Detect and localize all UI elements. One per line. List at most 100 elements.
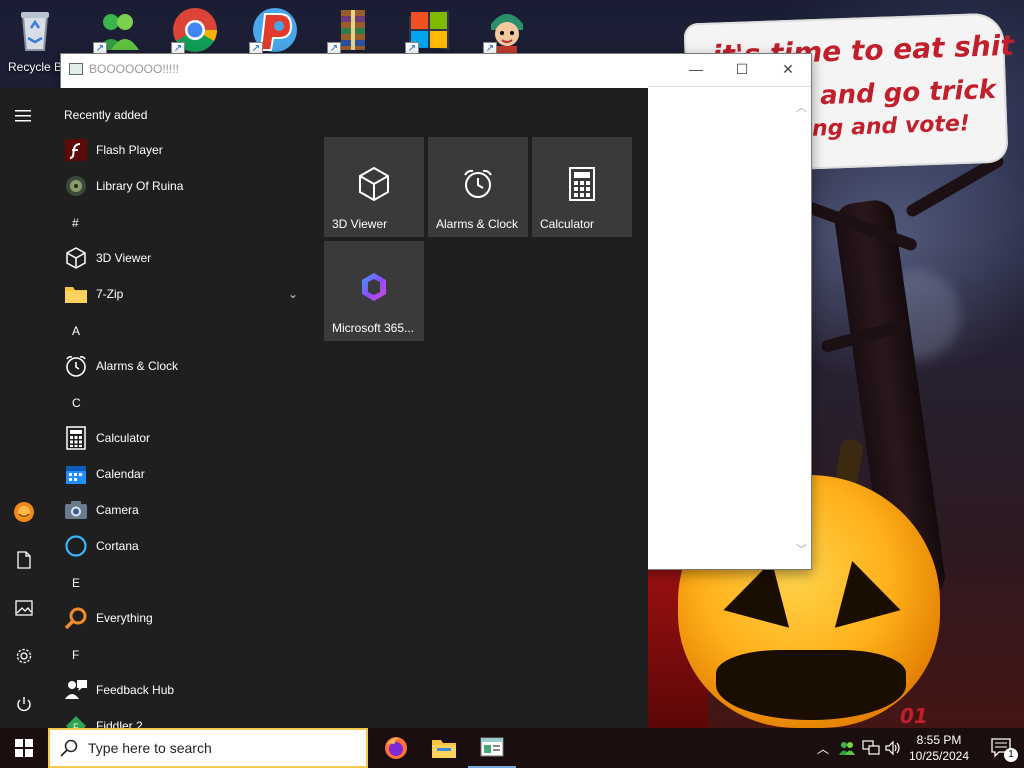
app-item-flash-player[interactable]: Flash Player <box>48 132 312 168</box>
app-item-label: Calculator <box>96 431 151 445</box>
app-window-icon <box>480 737 504 757</box>
close-button[interactable]: ✕ <box>765 54 811 84</box>
alarm-clock-icon <box>64 354 88 378</box>
tile-label: Calculator <box>540 217 595 231</box>
firefox-icon <box>385 737 407 759</box>
people-tray-button[interactable] <box>836 728 858 768</box>
app-item-label: Fiddler 2 <box>96 719 143 728</box>
app-item-3d-viewer[interactable]: 3D Viewer <box>48 240 312 276</box>
app-item-label: Alarms & Clock <box>96 359 179 373</box>
desktop-icon-character[interactable]: ↗ <box>472 4 542 56</box>
tile-alarms-clock[interactable]: Alarms & Clock <box>428 137 528 237</box>
character-icon: ↗ <box>483 6 531 56</box>
clock-date: 10/25/2024 <box>908 749 970 763</box>
windows-logo-icon: ↗ <box>405 6 453 56</box>
desktop-icon-windows[interactable]: ↗ <box>394 4 464 56</box>
calendar-icon <box>64 462 88 486</box>
app-item-feedback-hub[interactable]: Feedback Hub <box>48 672 312 708</box>
app-item-alarms-clock[interactable]: Alarms & Clock <box>48 348 312 384</box>
desktop-icon-chrome[interactable]: ↗ <box>160 4 230 56</box>
user-avatar-icon[interactable] <box>0 492 48 532</box>
contacts-icon: ↗ <box>93 6 141 56</box>
app-item-calculator[interactable]: Calculator <box>48 420 312 456</box>
window-content: ︿ ﹀ <box>648 86 811 569</box>
app-item-fiddler[interactable]: F Fiddler 2 <box>48 708 312 728</box>
power-icon[interactable] <box>0 684 48 724</box>
network-icon <box>862 740 880 755</box>
taskbar-file-explorer[interactable] <box>420 728 468 768</box>
alarm-clock-icon <box>428 167 528 201</box>
recycle-bin-icon <box>11 6 59 54</box>
tile-calculator[interactable]: Calculator <box>532 137 632 237</box>
app-item-label: Feedback Hub <box>96 683 175 697</box>
minimize-button[interactable]: — <box>673 54 719 84</box>
camera-icon <box>64 498 88 522</box>
app-item-calendar[interactable]: Calendar <box>48 456 312 492</box>
people-icon <box>839 742 855 755</box>
documents-icon[interactable] <box>0 540 48 580</box>
cortana-icon <box>64 534 88 558</box>
app-item-camera[interactable]: Camera <box>48 492 312 528</box>
app-item-label: Cortana <box>96 539 139 553</box>
taskbar-firefox[interactable] <box>372 728 420 768</box>
start-menu: Recently added Flash Player Library Of R… <box>0 88 648 728</box>
tile-microsoft-365[interactable]: Microsoft 365... <box>324 241 424 341</box>
start-button[interactable] <box>0 728 48 768</box>
pictures-icon[interactable] <box>0 588 48 628</box>
taskbar: ︿ 8:55 PM 10/25/2024 1 <box>0 728 1024 768</box>
all-apps-list: Recently added Flash Player Library Of R… <box>48 88 312 728</box>
notification-count-badge: 1 <box>1004 748 1018 762</box>
action-center-button[interactable]: 1 <box>980 728 1024 768</box>
settings-gear-icon[interactable] <box>0 636 48 676</box>
flash-player-icon <box>64 138 88 162</box>
hamburger-menu-icon[interactable] <box>0 96 48 136</box>
vertical-scrollbar[interactable]: ︿ ﹀ <box>793 102 811 569</box>
folder-icon <box>64 282 88 306</box>
desktop-icon-contacts[interactable]: ↗ <box>82 4 152 56</box>
app-item-library-of-ruina[interactable]: Library Of Ruina <box>48 168 312 204</box>
tile-label: Alarms & Clock <box>436 217 519 231</box>
taskbar-clock[interactable]: 8:55 PM 10/25/2024 <box>900 728 978 768</box>
recently-added-header: Recently added <box>64 108 148 122</box>
desktop-icon-winrar[interactable]: ↗ <box>316 4 386 56</box>
p-app-icon: ↗ <box>249 6 297 56</box>
scroll-down-icon[interactable]: ﹀ <box>796 541 807 557</box>
app-item-label: 7-Zip <box>96 287 124 301</box>
taskbar-search-box[interactable] <box>48 728 368 768</box>
window-app-icon <box>69 63 83 75</box>
app-item-label: Camera <box>96 503 139 517</box>
calculator-icon <box>64 426 88 450</box>
app-item-label: Everything <box>96 611 153 625</box>
app-item-label: Flash Player <box>96 143 163 157</box>
microsoft-365-icon <box>324 271 424 303</box>
scroll-up-icon[interactable]: ︿ <box>796 99 807 115</box>
fiddler-icon: F <box>64 714 88 728</box>
taskbar-app-window[interactable] <box>468 728 516 768</box>
tile-label: 3D Viewer <box>332 217 388 231</box>
app-item-everything[interactable]: Everything <box>48 600 312 636</box>
chevron-down-icon[interactable]: ⌄ <box>288 287 298 301</box>
start-rail <box>0 88 48 728</box>
maximize-button[interactable]: ☐ <box>719 54 765 84</box>
windows-start-icon <box>15 739 33 757</box>
chrome-icon: ↗ <box>171 6 219 56</box>
file-explorer-icon <box>432 740 456 758</box>
letter-header-c[interactable]: C <box>72 396 81 410</box>
window-titlebar[interactable]: BOOOOOOO!!!!! — ☐ ✕ <box>61 54 811 84</box>
search-input[interactable] <box>88 740 348 756</box>
chevron-up-icon: ︿ <box>816 741 829 756</box>
app-item-7-zip[interactable]: 7-Zip ⌄ <box>48 276 312 312</box>
tile-3d-viewer[interactable]: 3D Viewer <box>324 137 424 237</box>
network-tray-button[interactable] <box>860 728 882 768</box>
letter-header-f[interactable]: F <box>72 648 79 662</box>
show-hidden-icons-button[interactable]: ︿ <box>812 728 834 768</box>
letter-header-a[interactable]: A <box>72 324 80 338</box>
letter-header-e[interactable]: E <box>72 576 80 590</box>
pumpkin-mouth <box>716 650 906 720</box>
window-title: BOOOOOOO!!!!! <box>89 62 180 76</box>
app-item-cortana[interactable]: Cortana <box>48 528 312 564</box>
3d-viewer-icon <box>64 246 88 270</box>
tile-label: Microsoft 365... <box>332 321 415 335</box>
letter-header-hash[interactable]: # <box>72 216 79 230</box>
desktop-icon-p-app[interactable]: ↗ <box>238 4 308 56</box>
